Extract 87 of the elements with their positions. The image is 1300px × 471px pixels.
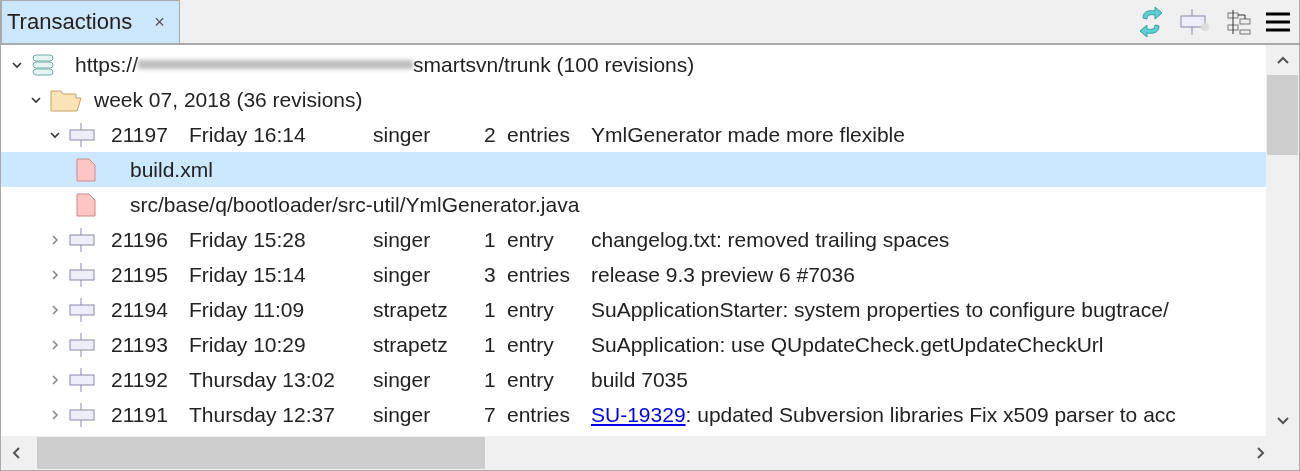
entry-unit: entry [507,297,555,322]
tree-row[interactable]: 21194 Friday 11:09 strapetz 1 entry SuApplicationStarter: system properties to configure bugtrace/ [1,292,1266,327]
revision-date: Friday 11:09 [189,297,306,322]
scroll-right-icon[interactable] [1256,446,1266,460]
chevron-right-icon[interactable] [49,408,61,421]
entry-count: 1 [484,227,497,252]
tree-row[interactable]: https:// smartsvn/trunk (100 revisions) [1,47,1266,82]
entry-unit: entry [507,227,555,252]
refresh-icon[interactable] [1137,5,1165,38]
revision-date: Thursday 13:02 [189,367,336,392]
transactions-tab[interactable]: Transactions × [1,0,180,43]
revision-author: strapetz [373,297,449,322]
entry-unit: entries [507,122,572,147]
revision-icon [69,332,97,357]
file-row[interactable]: build.xml [1,152,1266,187]
tree-row[interactable]: 21196 Friday 15:28 singer 1 entry changelog.txt: removed trailing spaces [1,222,1266,257]
file-row[interactable]: src/base/q/bootloader/src-util/YmlGenerator.java [1,187,1266,222]
revision-date: Friday 16:14 [189,122,307,147]
database-icon [31,53,55,76]
entry-count: 3 [484,262,497,287]
file-path: build.xml [130,157,213,182]
menu-icon[interactable] [1265,10,1291,33]
entry-count: 1 [484,297,497,322]
commit-message: SuApplicationStarter: system properties to configure bugtrace/ [591,297,1169,322]
scroll-thumb[interactable] [37,437,485,469]
revision-author: singer [373,227,432,252]
chevron-right-icon[interactable] [49,373,61,386]
revision-number: 21191 [111,402,169,427]
commit-message: YmlGenerator made more flexible [591,122,905,147]
commit-message: release 9.3 preview 6 #7036 [591,262,855,287]
entry-count: 1 [484,367,497,392]
revision-number: 21192 [111,367,169,392]
tree-row[interactable]: 21197 Friday 16:14 singer 2 entries YmlGenerator made more flexible [1,117,1266,152]
entry-unit: entries [507,262,572,287]
hierarchy-icon[interactable] [1227,8,1251,35]
revision-author: strapetz [373,332,449,357]
revision-date: Friday 15:14 [189,262,307,287]
revision-author: singer [373,262,432,287]
entry-unit: entries [507,402,572,427]
entry-unit: entry [507,332,555,357]
chevron-right-icon[interactable] [49,268,61,281]
revision-number: 21196 [111,227,169,252]
chevron-right-icon[interactable] [49,233,61,246]
revision-icon [69,402,97,427]
revision-author: singer [373,402,432,427]
scroll-down-icon[interactable] [1275,416,1290,426]
revision-icon [69,227,97,252]
tree-row[interactable]: 21195 Friday 15:14 singer 3 entries release 9.3 preview 6 #7036 [1,257,1266,292]
close-icon[interactable]: × [154,11,165,33]
revision-date: Friday 10:29 [189,332,307,357]
revision-number: 21193 [111,332,169,357]
revision-icon [69,367,97,392]
revision-author: singer [373,367,432,392]
entry-count: 7 [484,402,497,427]
file-path: src/base/q/bootloader/src-util/YmlGenerator.java [130,192,580,217]
file-icon [76,192,96,217]
chevron-right-icon[interactable] [49,303,61,316]
revision-icon [69,297,97,322]
entry-count: 2 [484,122,497,147]
revision-date: Thursday 12:37 [189,402,336,427]
commit-message: SU-19329: updated Subversion libraries Fix x509 parser to acc [591,402,1176,427]
revision-author: singer [373,122,432,147]
scroll-thumb[interactable] [1267,75,1298,155]
entry-unit: entry [507,367,555,392]
revision-icon [69,122,97,147]
tree-row[interactable]: 21192 Thursday 13:02 singer 1 entry build 7035 [1,362,1266,397]
tree-row[interactable]: 21193 Friday 10:29 strapetz 1 entry SuApplication: use QUpdateCheck.getUpdateCheckUrl [1,327,1266,362]
revision-date: Friday 15:28 [189,227,307,252]
repository-path: smartsvn/trunk (100 revisions) [413,52,695,77]
url-prefix: https:// [75,52,139,77]
revision-number: 21197 [111,122,169,147]
revision-number: 21195 [111,262,169,287]
commit-message: changelog.txt: removed trailing spaces [591,227,950,252]
issue-link[interactable]: SU-19329 [591,402,686,426]
entry-count: 1 [484,332,497,357]
commit-message: build 7035 [591,367,688,392]
file-icon [76,157,96,182]
tree-row[interactable]: 21191 Thursday 12:37 singer 7 entries SU-19329: updated Subversion libraries Fix x509 parser to acc [1,397,1266,432]
week-label: week 07, 2018 (36 revisions) [94,87,363,112]
revision-number: 21194 [111,297,169,322]
commit-message: SuApplication: use QUpdateCheck.getUpdateCheckUrl [591,332,1104,357]
scroll-up-icon[interactable] [1275,55,1290,65]
chevron-right-icon[interactable] [49,338,61,351]
scroll-left-icon[interactable] [11,446,21,460]
revision-icon [69,262,97,287]
folder-icon [50,87,82,112]
tree-row[interactable]: week 07, 2018 (36 revisions) [1,82,1266,117]
